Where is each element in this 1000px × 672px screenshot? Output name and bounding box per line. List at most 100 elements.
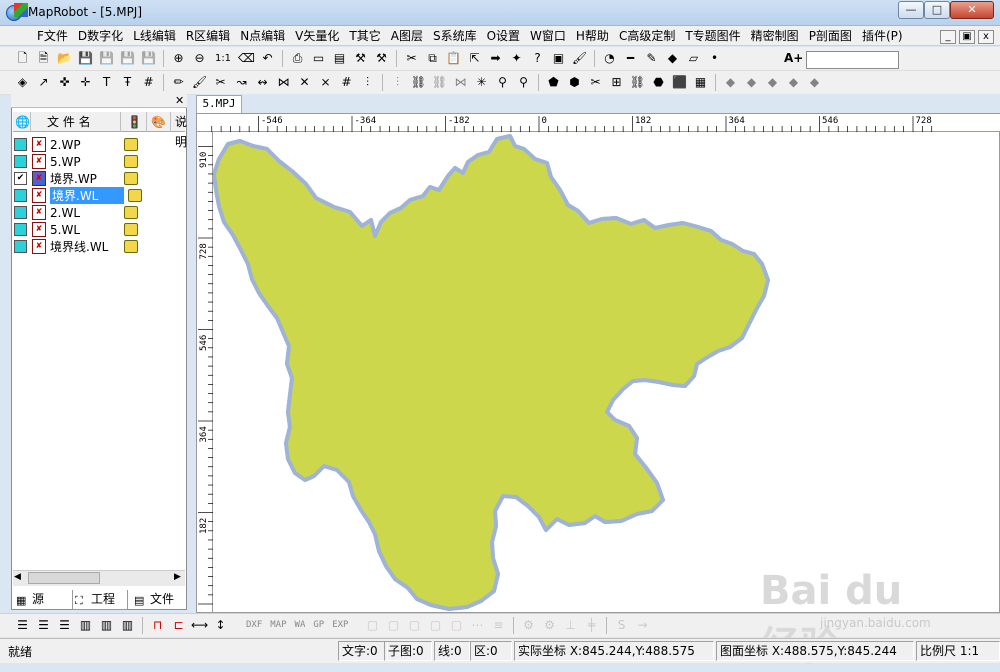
area-red-icon[interactable]: ⬛ [671,74,688,91]
scroll-right-arrow-icon[interactable]: ▶ [174,572,181,582]
brush-icon[interactable]: 🖌 [571,50,588,67]
node-add-icon[interactable]: ✛ [77,74,94,91]
save-gray-icon[interactable]: 💾 [119,50,136,67]
menu-item[interactable]: 插件(P) [857,28,908,44]
menu-item[interactable]: W窗口 [525,28,571,44]
measure-icon[interactable]: ◔ [601,50,618,67]
visibility-checkbox[interactable] [14,155,27,168]
save-icon[interactable]: 💾 [77,50,94,67]
grid-icon[interactable]: # [140,74,157,91]
panel-close-button[interactable]: ✕ [175,95,184,106]
lock-icon[interactable] [124,206,138,219]
cross-icon[interactable]: ✕ [296,74,313,91]
square-icon[interactable]: ▢ [427,617,444,634]
bars-icon[interactable]: ▥ [77,617,94,634]
frame-icon[interactable]: ⊓ [149,617,166,634]
align-left-icon[interactable]: ☰ [14,617,31,634]
cut-icon[interactable]: ✂ [403,50,420,67]
vertex-gray-icon[interactable]: ⋈ [452,74,469,91]
mdi-close-button[interactable]: x [978,30,994,44]
visibility-checkbox[interactable] [14,240,27,253]
menu-item[interactable]: V矢量化 [290,28,344,44]
col-desc[interactable]: 说明 [171,112,187,149]
area-grid-icon[interactable]: ▦ [692,74,709,91]
erase-icon[interactable]: ⌫ [238,50,255,67]
mdi-restore-button[interactable]: ▣ [959,30,975,44]
text-icon[interactable]: T [98,74,115,91]
zoom-out-icon[interactable]: ⊖ [191,50,208,67]
file-list-item[interactable]: ✘ 境界.WL [14,187,186,204]
color-point-icon[interactable]: • [706,50,723,67]
panel-hscroll-thumb[interactable] [28,572,100,584]
paint-column-icon[interactable]: 🎨 [147,112,171,132]
map-view[interactable] [196,113,1000,613]
square-icon[interactable]: ▢ [448,617,465,634]
align-mid-icon[interactable]: ╪ [583,617,600,634]
gp-button[interactable]: GP [313,620,324,630]
menu-item[interactable]: D数字化 [73,28,128,44]
tab-source[interactable]: ▦ 源 [14,590,68,610]
font-size-input[interactable] [806,51,899,69]
menu-item[interactable]: A图层 [386,28,428,44]
one-to-one-icon[interactable]: 1:1 [212,50,234,67]
gear-icon[interactable]: ⚙ [541,617,558,634]
area-gray-icon[interactable]: ◆ [743,74,760,91]
file-list-item[interactable]: ✘ 5.WP [14,153,186,170]
arrow-right-icon[interactable]: ➡ [487,50,504,67]
menu-item[interactable]: R区编辑 [181,28,235,44]
eraser-icon[interactable]: ▱ [685,50,702,67]
menu-item[interactable]: T其它 [344,28,385,44]
lock-icon[interactable] [128,189,142,202]
pin-icon[interactable]: ⚲ [494,74,511,91]
help-icon[interactable]: ? [529,50,546,67]
hammer-icon[interactable]: ⚒ [373,50,390,67]
tab-file[interactable]: ▤ 文件 [132,590,184,610]
frame-top-icon[interactable]: ⊏ [170,617,187,634]
dots-icon[interactable]: ⋯ [469,617,486,634]
document-tab[interactable]: 5.MPJ [196,95,242,113]
wa-button[interactable]: WA [295,620,306,630]
pen-icon[interactable]: ✎ [643,50,660,67]
file-list-item[interactable]: ✔ ✘ 境界.WP [14,170,186,187]
area-join-icon[interactable]: ⊞ [608,74,625,91]
list-icon[interactable]: ≡ [490,617,507,634]
layer-green-icon[interactable]: ▤ [331,50,348,67]
visibility-checkbox[interactable] [14,189,27,202]
tools-icon[interactable]: ⚒ [352,50,369,67]
file-list-item[interactable]: ✘ 2.WP [14,136,186,153]
file-pointer-icon[interactable]: ⇱ [466,50,483,67]
vertex-icon[interactable]: ⋈ [275,74,292,91]
menu-item[interactable]: O设置 [482,28,525,44]
square-icon[interactable]: ▢ [385,617,402,634]
map-button[interactable]: MAP [270,620,286,630]
bars-icon[interactable]: ▥ [119,617,136,634]
area-gray-icon[interactable]: ◆ [785,74,802,91]
lock-icon[interactable] [124,223,138,236]
arrow-right-icon[interactable]: → [634,617,651,634]
save-gray-icon[interactable]: 💾 [98,50,115,67]
zoom-in-icon[interactable]: ⊕ [170,50,187,67]
file-list-item[interactable]: ✘ 5.WL [14,221,186,238]
link-gray-icon[interactable]: ⛓ [431,74,448,91]
pin-cross-icon[interactable]: ⚲ [515,74,532,91]
visibility-checkbox[interactable]: ✔ [14,172,27,185]
dxf-button[interactable]: DXF [246,620,262,630]
undo-icon[interactable]: ↶ [259,50,276,67]
cut-icon[interactable]: ✂ [212,74,229,91]
lock-icon[interactable] [124,240,138,253]
se-icon[interactable]: S [613,617,630,634]
node-icon[interactable]: ✦ [508,50,525,67]
line-move-icon[interactable]: ↝ [233,74,250,91]
new-icon[interactable]: 🗋 [14,50,31,67]
layer-icon[interactable]: ▭ [310,50,327,67]
lock-icon[interactable] [124,172,138,185]
mdi-minimize-button[interactable]: _ [940,30,956,44]
print-icon[interactable]: ⎙ [289,50,306,67]
bars-icon[interactable]: ▥ [98,617,115,634]
menu-item[interactable]: N点编辑 [235,28,290,44]
menu-item[interactable]: P剖面图 [804,28,857,44]
area-gray-icon[interactable]: ◆ [806,74,823,91]
visibility-checkbox[interactable] [14,138,27,151]
point-edit-icon[interactable]: ◈ [14,74,31,91]
menu-item[interactable]: S系统库 [428,28,482,44]
